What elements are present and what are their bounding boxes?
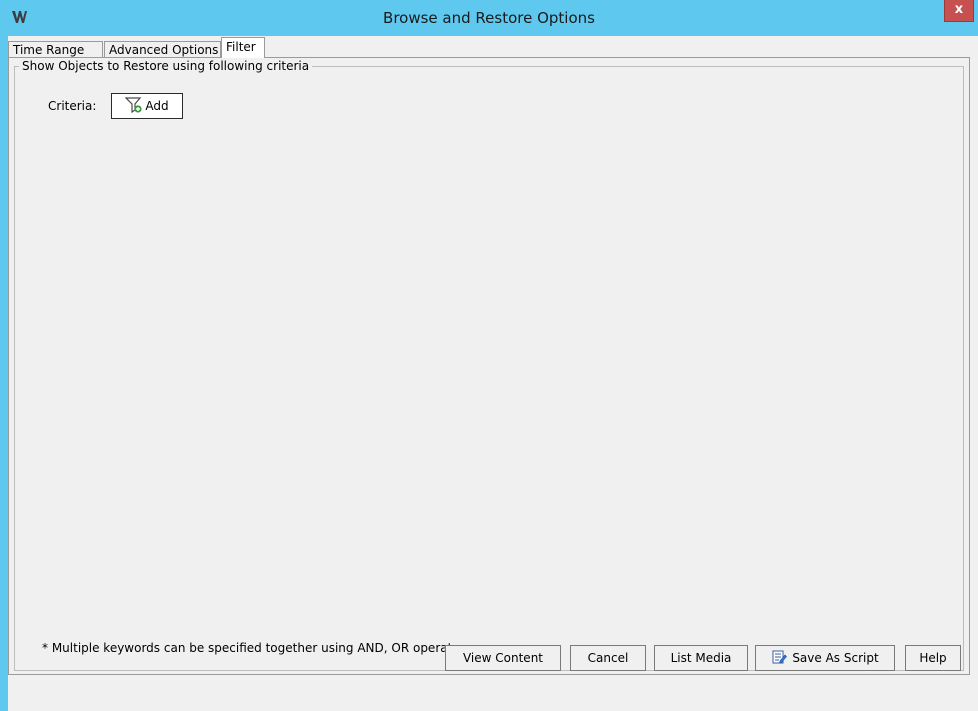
script-save-icon — [771, 649, 788, 668]
dialog-body: Time Range Advanced Options Filter Show … — [8, 36, 978, 711]
criteria-groupbox: Show Objects to Restore using following … — [14, 59, 964, 671]
list-media-button[interactable]: List Media — [654, 645, 748, 671]
cancel-label: Cancel — [587, 651, 629, 665]
save-as-script-label: Save As Script — [792, 651, 879, 665]
filter-add-icon — [124, 96, 143, 116]
window-title: Browse and Restore Options — [383, 9, 595, 27]
help-label: Help — [919, 651, 947, 665]
add-criteria-button[interactable]: Add — [111, 93, 183, 119]
list-media-label: List Media — [670, 651, 732, 665]
filter-tab-panel: Show Objects to Restore using following … — [8, 57, 970, 675]
tab-advanced-options[interactable]: Advanced Options — [104, 41, 221, 58]
view-content-button[interactable]: View Content — [445, 645, 561, 671]
groupbox-title: Show Objects to Restore using following … — [19, 59, 313, 73]
cancel-button[interactable]: Cancel — [570, 645, 646, 671]
add-button-label: Add — [145, 99, 169, 113]
browse-restore-dialog: Browse and Restore Options x Time Range … — [0, 0, 978, 711]
view-content-label: View Content — [462, 651, 543, 665]
tab-filter[interactable]: Filter — [221, 37, 265, 58]
help-button[interactable]: Help — [905, 645, 961, 671]
close-button[interactable]: x — [944, 0, 974, 22]
keyword-footnote: * Multiple keywords can be specified tog… — [42, 641, 468, 655]
save-as-script-button[interactable]: Save As Script — [755, 645, 895, 671]
title-bar[interactable]: Browse and Restore Options x — [0, 0, 978, 36]
criteria-label: Criteria: — [48, 99, 97, 113]
tab-time-range[interactable]: Time Range — [8, 41, 103, 58]
tab-strip: Time Range Advanced Options Filter — [8, 36, 978, 58]
